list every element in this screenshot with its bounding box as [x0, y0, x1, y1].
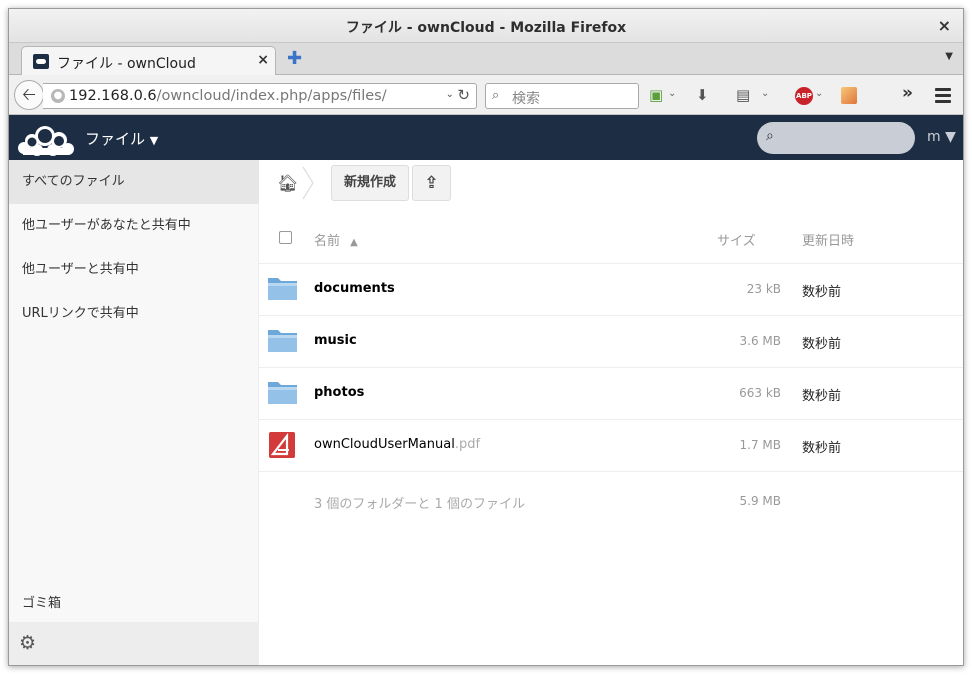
tab-files[interactable]: ファイル - ownCloud ×: [21, 46, 276, 75]
sidebar: すべてのファイル 他ユーザーがあなたと共有中 他ユーザーと共有中 URLリンクで…: [9, 160, 259, 665]
table-row[interactable]: ownCloudUserManual.pdf 1.7 MB 数秒前: [259, 420, 963, 472]
window-close-icon[interactable]: ×: [938, 16, 951, 35]
tab-strip: ファイル - ownCloud × ✚ ▼: [9, 43, 963, 75]
owncloud-search-input[interactable]: ⌕: [757, 122, 915, 154]
table-row[interactable]: photos 663 kB 数秒前: [259, 368, 963, 420]
menu-icon[interactable]: [935, 88, 951, 106]
file-size: 663 kB: [739, 386, 781, 400]
settings-bar[interactable]: ⚙: [9, 622, 259, 665]
file-name[interactable]: ownCloudUserManual.pdf: [314, 437, 480, 452]
table-row[interactable]: documents 23 kB 数秒前: [259, 264, 963, 316]
app-caret-icon: ▼: [149, 134, 159, 147]
url-history-dropdown-icon[interactable]: ⌄: [446, 89, 454, 100]
browser-window: ファイル - ownCloud - Mozilla Firefox × ファイル…: [8, 8, 964, 666]
home-icon[interactable]: 🏠︎: [277, 174, 299, 194]
sync-dropdown-icon[interactable]: ⌄: [668, 88, 676, 99]
window-title: ファイル - ownCloud - Mozilla Firefox: [345, 20, 627, 36]
table-row[interactable]: music 3.6 MB 数秒前: [259, 316, 963, 368]
title-bar: ファイル - ownCloud - Mozilla Firefox ×: [9, 9, 963, 43]
url-host: 192.168.0.6: [69, 88, 157, 104]
file-extension: .pdf: [454, 437, 481, 452]
search-icon: ⌕: [492, 88, 500, 103]
new-tab-icon[interactable]: ✚: [287, 48, 302, 69]
owncloud-header: ファイル ▼ ⌕ m ▼: [9, 115, 963, 160]
reader-icon[interactable]: ▤: [736, 86, 750, 104]
pdf-icon: [269, 432, 295, 458]
sidebar-item-shared-with-others[interactable]: 他ユーザーと共有中: [9, 248, 259, 292]
tab-list-icon[interactable]: ▼: [945, 51, 953, 62]
adblock-icon[interactable]: ABP: [795, 87, 813, 105]
folder-icon: [268, 278, 297, 300]
file-name[interactable]: music: [314, 333, 357, 348]
tab-close-icon[interactable]: ×: [257, 52, 269, 68]
file-modified: 数秒前: [802, 389, 842, 404]
file-size: 1.7 MB: [739, 438, 781, 452]
file-name[interactable]: documents: [314, 281, 395, 296]
globe-icon: ●: [51, 89, 65, 103]
file-modified: 数秒前: [802, 285, 842, 300]
overflow-icon[interactable]: »: [902, 83, 913, 103]
file-summary: 3 個のフォルダーと 1 個のファイル 5.9 MB: [259, 480, 963, 520]
folder-icon: [268, 382, 297, 404]
url-bar[interactable]: ● 192.168.0.6/owncloud/index.php/apps/fi…: [43, 83, 477, 109]
search-placeholder: 検索: [512, 91, 540, 107]
app-name: ファイル: [85, 130, 146, 148]
upload-icon[interactable]: ⇪: [412, 165, 451, 201]
file-size: 23 kB: [746, 282, 781, 296]
url-path: /owncloud/index.php/apps/files/: [156, 88, 387, 104]
select-all-checkbox[interactable]: [279, 231, 292, 244]
file-modified: 数秒前: [802, 337, 842, 352]
gear-icon[interactable]: ⚙: [19, 632, 36, 654]
column-header-size[interactable]: サイズ: [717, 230, 756, 249]
file-name[interactable]: photos: [314, 385, 364, 400]
file-modified: 数秒前: [802, 441, 842, 456]
file-list-area: 🏠︎ 新規作成 ⇪ 名前 ▲ サイズ 更新日時 documents 23 kB …: [259, 160, 963, 665]
column-header-name[interactable]: 名前 ▲: [314, 230, 358, 249]
owncloud-favicon-icon: [33, 54, 49, 69]
new-button[interactable]: 新規作成: [331, 165, 409, 201]
summary-text: 3 個のフォルダーと 1 個のファイル: [314, 497, 525, 512]
sidebar-item-all-files[interactable]: すべてのファイル: [9, 160, 259, 204]
sort-ascending-icon: ▲: [350, 237, 358, 248]
column-header-modified[interactable]: 更新日時: [802, 230, 854, 249]
sync-icon[interactable]: ▣: [649, 86, 663, 104]
navigation-toolbar: 🡠 ● 192.168.0.6/owncloud/index.php/apps/…: [9, 75, 963, 115]
user-menu[interactable]: m ▼: [927, 129, 956, 145]
reload-icon[interactable]: ↻: [457, 86, 470, 104]
file-table-header: 名前 ▲ サイズ 更新日時: [259, 210, 963, 264]
app-switcher[interactable]: ファイル ▼: [85, 128, 158, 149]
file-size: 3.6 MB: [739, 334, 781, 348]
search-bar[interactable]: ⌕ 検索: [485, 83, 639, 109]
reader-dropdown-icon[interactable]: ⌄: [761, 88, 769, 99]
owncloud-search-icon: ⌕: [766, 128, 774, 144]
sidebar-item-shared-by-link[interactable]: URLリンクで共有中: [9, 292, 259, 336]
extension-icon[interactable]: [841, 87, 857, 104]
back-icon[interactable]: 🡠: [14, 80, 44, 110]
summary-size: 5.9 MB: [739, 494, 781, 508]
download-icon[interactable]: ⬇: [696, 86, 709, 104]
owncloud-logo-icon[interactable]: [15, 119, 77, 157]
breadcrumb-separator-icon: [302, 166, 314, 200]
sidebar-item-trash[interactable]: ゴミ箱: [22, 592, 61, 611]
url-text[interactable]: 192.168.0.6/owncloud/index.php/apps/file…: [69, 88, 387, 104]
controls-bar: 🏠︎ 新規作成 ⇪: [259, 160, 963, 210]
folder-icon: [268, 330, 297, 352]
tab-label: ファイル - ownCloud: [57, 56, 196, 72]
sidebar-item-shared-with-you[interactable]: 他ユーザーがあなたと共有中: [9, 204, 259, 248]
adblock-dropdown-icon[interactable]: ⌄: [815, 88, 823, 99]
